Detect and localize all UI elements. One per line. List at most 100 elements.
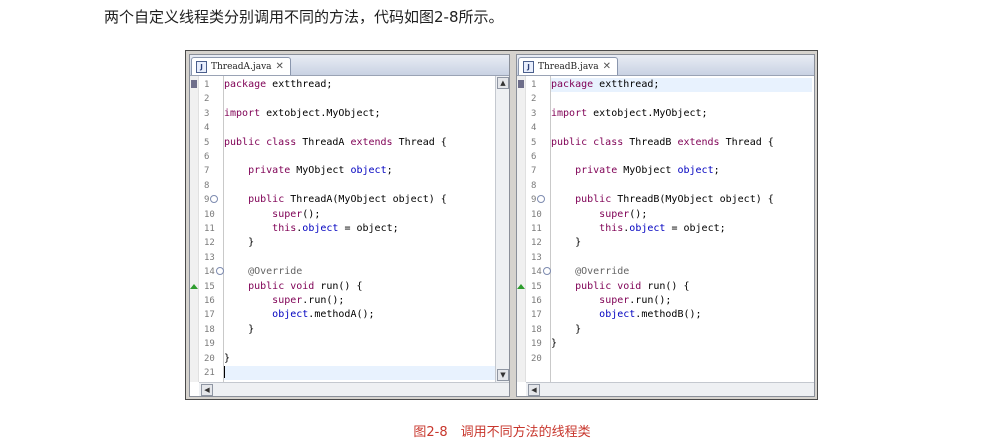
code-line[interactable]: private MyObject object; bbox=[551, 164, 812, 178]
code-line[interactable]: super.run(); bbox=[551, 294, 812, 308]
code-line[interactable]: super(); bbox=[224, 208, 495, 222]
line-number: 3 bbox=[531, 108, 537, 119]
code-token: private bbox=[248, 165, 291, 177]
code-token: extends bbox=[677, 136, 720, 148]
code-line[interactable] bbox=[224, 366, 495, 381]
code-line[interactable]: super.run(); bbox=[224, 294, 495, 308]
code-area[interactable]: package extthread; import extobject.MyObj… bbox=[224, 76, 495, 382]
scroll-up-icon[interactable]: ▲ bbox=[497, 77, 509, 89]
editor-threadb: J ThreadB.java ✕ 1 2 3 4 5 6 7 8 9 10 11 12 13 14 15 16… bbox=[516, 54, 815, 397]
code-line[interactable]: public class ThreadB extends Thread { bbox=[551, 136, 812, 150]
horizontal-scrollbar[interactable]: ◀ bbox=[526, 382, 814, 396]
code-line[interactable]: public ThreadA(MyObject object) { bbox=[224, 193, 495, 207]
line-number: 6 bbox=[204, 152, 210, 162]
editor-tab-bar: J ThreadB.java ✕ bbox=[517, 55, 814, 76]
line-number: 20 bbox=[204, 353, 215, 364]
code-area[interactable]: package extthread; import extobject.MyObj… bbox=[551, 76, 812, 382]
code-token: .run(); bbox=[302, 295, 345, 306]
code-line[interactable]: } bbox=[551, 323, 812, 337]
overview-ruler bbox=[190, 76, 199, 382]
code-line[interactable] bbox=[551, 121, 812, 135]
code-line[interactable]: @Override bbox=[551, 265, 812, 279]
line-number: 18 bbox=[531, 324, 542, 335]
line-number: 3 bbox=[204, 108, 210, 119]
code-token: ThreadA bbox=[296, 136, 351, 148]
code-token: super bbox=[272, 208, 303, 220]
code-line[interactable]: public void run() { bbox=[224, 280, 495, 294]
override-marker-icon[interactable] bbox=[190, 283, 198, 289]
code-line[interactable]: } bbox=[224, 236, 495, 250]
code-token: MyObject bbox=[617, 165, 678, 177]
code-line[interactable]: this.object = object; bbox=[551, 222, 812, 236]
code-line[interactable] bbox=[551, 92, 812, 106]
code-line[interactable]: private MyObject object; bbox=[224, 164, 495, 178]
fold-collapse-icon[interactable] bbox=[210, 194, 219, 203]
code-line[interactable] bbox=[551, 150, 812, 164]
fold-collapse-icon[interactable] bbox=[537, 194, 546, 203]
intro-text: 两个自定义线程类分别调用不同的方法，代码如图2-8所示。 bbox=[104, 8, 504, 26]
editor-tab-threadb[interactable]: J ThreadB.java ✕ bbox=[518, 57, 619, 75]
editor-tab-bar: J ThreadA.java ✕ bbox=[190, 55, 509, 76]
code-token: = object; bbox=[338, 223, 399, 234]
code-line[interactable]: @Override bbox=[224, 265, 495, 279]
code-token: Thread { bbox=[719, 136, 774, 148]
code-line[interactable]: } bbox=[551, 337, 812, 351]
line-number: 17 bbox=[531, 310, 542, 321]
scroll-left-icon[interactable]: ◀ bbox=[201, 384, 213, 396]
code-token: object bbox=[302, 223, 339, 234]
code-token: (); bbox=[302, 208, 321, 220]
code-token: public class bbox=[551, 136, 624, 148]
code-line[interactable] bbox=[224, 92, 495, 106]
code-line[interactable]: this.object = object; bbox=[224, 222, 495, 236]
code-line[interactable]: super(); bbox=[551, 208, 812, 222]
code-line[interactable] bbox=[224, 121, 495, 135]
code-line[interactable]: object.methodB(); bbox=[551, 308, 812, 322]
scroll-left-icon[interactable]: ◀ bbox=[528, 384, 540, 396]
code-line[interactable]: import extobject.MyObject; bbox=[224, 107, 495, 121]
fold-collapse-icon[interactable] bbox=[542, 266, 551, 275]
code-line[interactable] bbox=[224, 251, 495, 265]
code-token: = object; bbox=[665, 223, 726, 234]
line-number: 10 bbox=[204, 209, 215, 220]
code-token: super bbox=[599, 208, 630, 220]
code-line[interactable]: package extthread; bbox=[551, 78, 812, 93]
editor-tab-threada[interactable]: J ThreadA.java ✕ bbox=[191, 57, 291, 75]
code-line[interactable]: public void run() { bbox=[551, 280, 812, 294]
close-tab-icon[interactable]: ✕ bbox=[276, 61, 284, 72]
line-number: 8 bbox=[531, 180, 537, 191]
override-marker-icon[interactable] bbox=[517, 283, 525, 289]
code-line[interactable] bbox=[224, 337, 495, 351]
line-number: 13 bbox=[531, 252, 542, 263]
code-line[interactable]: } bbox=[224, 352, 495, 366]
code-token: } bbox=[224, 237, 255, 249]
fold-collapse-icon[interactable] bbox=[215, 266, 224, 275]
code-line[interactable]: } bbox=[551, 236, 812, 250]
code-token: package bbox=[551, 79, 594, 90]
code-line[interactable]: package extthread; bbox=[224, 78, 495, 92]
vertical-scrollbar[interactable]: ▲ ▼ bbox=[495, 76, 509, 382]
code-line[interactable]: import extobject.MyObject; bbox=[551, 107, 812, 121]
close-tab-icon[interactable]: ✕ bbox=[603, 61, 611, 72]
code-line[interactable]: public class ThreadA extends Thread { bbox=[224, 136, 495, 150]
code-line[interactable] bbox=[551, 251, 812, 265]
line-number: 5 bbox=[531, 137, 537, 148]
code-line[interactable] bbox=[551, 352, 812, 366]
code-line[interactable] bbox=[224, 179, 495, 193]
code-token: .run(); bbox=[629, 295, 672, 306]
line-number: 7 bbox=[204, 166, 210, 177]
scroll-down-icon[interactable]: ▼ bbox=[497, 369, 509, 381]
code-token: } bbox=[224, 352, 231, 364]
code-line[interactable]: public ThreadB(MyObject object) { bbox=[551, 193, 812, 207]
code-token: ThreadB(MyObject object) { bbox=[611, 194, 774, 206]
horizontal-scrollbar[interactable]: ◀ bbox=[199, 382, 509, 396]
code-line[interactable] bbox=[224, 150, 495, 164]
line-number: 21 bbox=[204, 368, 215, 378]
code-token: object bbox=[629, 223, 666, 234]
code-line[interactable]: object.methodA(); bbox=[224, 308, 495, 322]
code-line[interactable] bbox=[551, 179, 812, 193]
code-line[interactable]: } bbox=[224, 323, 495, 337]
